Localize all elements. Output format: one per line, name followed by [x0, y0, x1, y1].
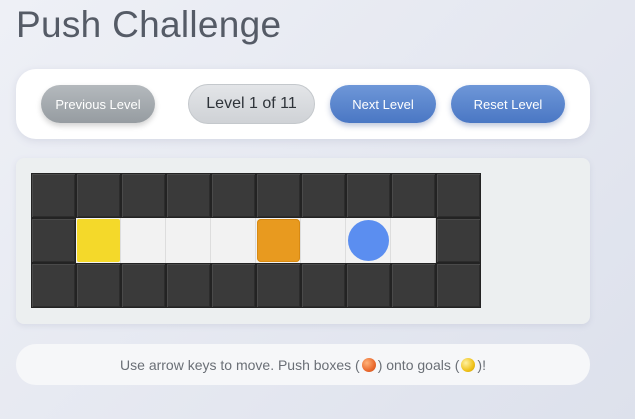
- player-token: [348, 220, 389, 261]
- wall-tile: [346, 173, 391, 218]
- floor-tile: [301, 218, 346, 263]
- level-indicator: Level 1 of 11: [188, 84, 315, 124]
- level-controls: Previous Level Level 1 of 11 Next Level …: [16, 69, 590, 139]
- wall-tile: [166, 263, 211, 308]
- wall-tile: [166, 173, 211, 218]
- floor-tile: [76, 218, 121, 263]
- wall-tile: [211, 173, 256, 218]
- wall-tile: [31, 263, 76, 308]
- goal-orb-icon: [461, 357, 476, 372]
- game-board[interactable]: [31, 173, 481, 308]
- floor-tile: [391, 218, 436, 263]
- page-title: Push Challenge: [16, 4, 282, 45]
- game-board-panel: [16, 158, 590, 324]
- wall-tile: [256, 173, 301, 218]
- instructions-bar: Use arrow keys to move. Push boxes ( ) on…: [16, 344, 590, 385]
- wall-tile: [31, 173, 76, 218]
- previous-level-button[interactable]: Previous Level: [41, 85, 155, 123]
- reset-level-button[interactable]: Reset Level: [451, 85, 565, 123]
- wall-tile: [76, 173, 121, 218]
- instructions-text-1: Use arrow keys to move. Push boxes (: [120, 356, 360, 373]
- wall-tile: [436, 263, 481, 308]
- box-orb-icon: [361, 357, 376, 372]
- wall-tile: [346, 263, 391, 308]
- wall-tile: [391, 173, 436, 218]
- floor-tile: [121, 218, 166, 263]
- wall-tile: [301, 263, 346, 308]
- wall-tile: [121, 173, 166, 218]
- floor-tile: [166, 218, 211, 263]
- instructions-text-3: )!: [477, 356, 486, 373]
- goal-tile: [77, 219, 120, 262]
- wall-tile: [436, 173, 481, 218]
- instructions-text-2: ) onto goals (: [377, 356, 460, 373]
- floor-tile: [256, 218, 301, 263]
- wall-tile: [436, 218, 481, 263]
- wall-tile: [391, 263, 436, 308]
- wall-tile: [31, 218, 76, 263]
- next-level-button[interactable]: Next Level: [330, 85, 436, 123]
- push-box: [257, 219, 300, 262]
- wall-tile: [211, 263, 256, 308]
- floor-tile: [346, 218, 391, 263]
- wall-tile: [76, 263, 121, 308]
- wall-tile: [256, 263, 301, 308]
- wall-tile: [121, 263, 166, 308]
- wall-tile: [301, 173, 346, 218]
- floor-tile: [211, 218, 256, 263]
